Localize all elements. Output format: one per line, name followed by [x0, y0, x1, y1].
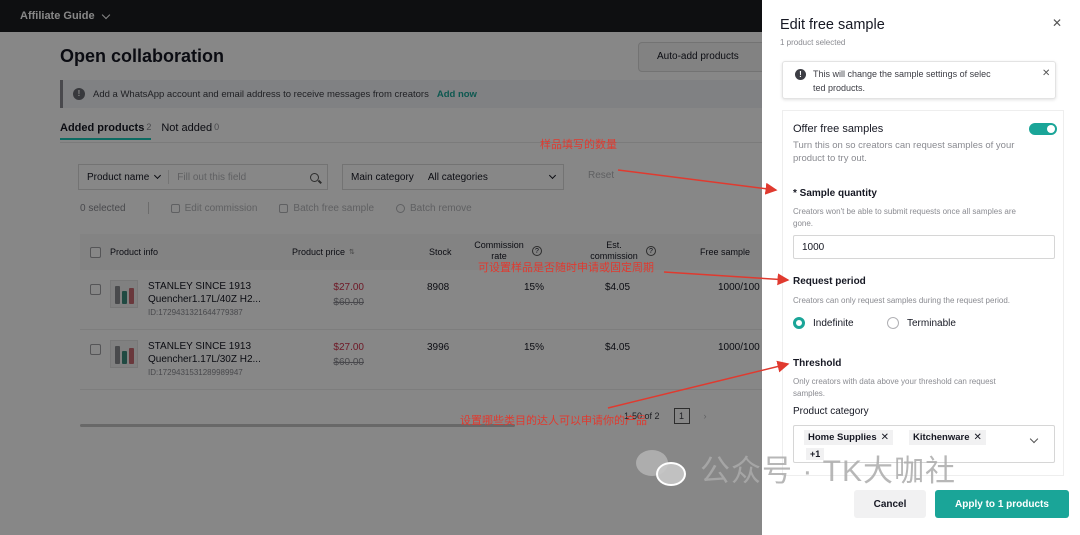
offer-desc-line1: Turn this on so creators can request sam…	[793, 140, 1015, 151]
radio-label: Indefinite	[813, 317, 854, 329]
close-icon[interactable]: ✕	[1052, 16, 1062, 30]
offer-desc-line2: product to try out.	[793, 153, 867, 164]
threshold-desc: Only creators with data above your thres…	[793, 376, 1059, 400]
radio-selected[interactable]	[793, 317, 805, 329]
radio-label: Terminable	[907, 317, 956, 329]
sample-quantity-desc: Creators won't be able to submit request…	[793, 206, 1059, 230]
remove-tag-icon[interactable]: ✕	[881, 432, 889, 443]
apply-button[interactable]: Apply to 1 products	[935, 490, 1069, 518]
offer-samples-toggle[interactable]	[1029, 123, 1057, 135]
drawer-title: Edit free sample	[780, 17, 885, 33]
notice-text: This will change the sample settings of …	[813, 68, 1029, 95]
radio-unselected[interactable]	[887, 317, 899, 329]
tag-label: Home Supplies	[808, 432, 877, 443]
info-icon: !	[795, 69, 806, 80]
sample-quantity-title: * Sample quantity	[793, 188, 877, 199]
annotation-sample-quantity: 样品填写的数量	[540, 139, 617, 151]
notice-close-icon[interactable]: ✕	[1042, 68, 1050, 79]
product-category-label: Product category	[793, 406, 869, 417]
watermark-text: 公众号 · TK大咖社	[700, 455, 956, 488]
offer-samples-label: Offer free samples	[793, 123, 884, 135]
offer-samples-desc: Turn this on so creators can request sam…	[793, 139, 1055, 165]
request-period-desc: Creators can only request samples during…	[793, 296, 1011, 305]
watermark: 公众号 · TK大咖社	[636, 446, 956, 490]
chevron-down-icon	[1029, 434, 1039, 444]
threshold-title: Threshold	[793, 358, 842, 369]
annotation-request-period: 可设置样品是否随时申请或固定周期	[478, 262, 654, 274]
desc-line2: samples.	[793, 389, 826, 398]
sample-settings-panel: Offer free samples Turn this on so creat…	[782, 110, 1064, 476]
request-period-title: Request period	[793, 276, 866, 287]
remove-tag-icon[interactable]: ✕	[974, 432, 982, 443]
notice-line1: This will change the sample settings of …	[813, 69, 991, 79]
wechat-logo-icon	[636, 448, 690, 488]
drawer-subtitle: 1 product selected	[780, 38, 846, 47]
desc-line1: Only creators with data above your thres…	[793, 377, 996, 386]
notice-line2: ted products.	[813, 82, 866, 93]
cancel-button[interactable]: Cancel	[854, 490, 926, 518]
radio-terminable[interactable]: Terminable	[887, 317, 956, 329]
category-tag: Kitchenware ✕	[909, 430, 986, 445]
tag-label: Kitchenware	[913, 432, 970, 443]
desc-line2: gone.	[793, 219, 814, 228]
category-tag: Home Supplies ✕	[804, 430, 894, 445]
sample-quantity-input[interactable]: 1000	[793, 235, 1055, 259]
annotation-threshold: 设置哪些类目的达人可以申请你的产品	[460, 415, 647, 427]
radio-indefinite[interactable]: Indefinite	[793, 317, 854, 329]
desc-line1: Creators won't be able to submit request…	[793, 207, 1016, 216]
settings-notice: ! This will change the sample settings o…	[782, 61, 1056, 99]
toggle-knob	[1047, 125, 1055, 133]
